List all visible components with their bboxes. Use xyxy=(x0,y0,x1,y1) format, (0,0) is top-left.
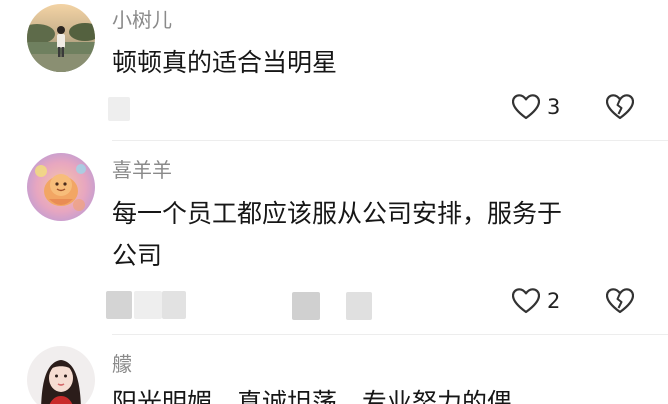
heart-outline-icon xyxy=(512,94,540,120)
username[interactable]: 喜羊羊 xyxy=(112,158,172,182)
heart-outline-icon xyxy=(512,288,540,314)
comment-list: 小树儿 顿顿真的适合当明星 3 喜羊羊 每一个员工都应该服从公司安排，服务于 公… xyxy=(0,0,668,404)
like-button[interactable]: 3 xyxy=(512,92,560,122)
avatar[interactable] xyxy=(27,4,95,72)
dislike-button[interactable] xyxy=(606,94,634,120)
comment-text: 阳光明媚，真诚坦荡，专业努力的偶 xyxy=(112,382,632,404)
comment-divider xyxy=(112,140,668,141)
dislike-button[interactable] xyxy=(606,288,634,314)
blurred-reply-info xyxy=(108,97,130,121)
comment-text-line: 阳光明媚，真诚坦荡，专业努力的偶 xyxy=(112,388,513,404)
blurred-reply-info xyxy=(106,291,132,319)
username[interactable]: 艨 xyxy=(112,352,132,376)
comment-text: 每一个员工都应该服从公司安排，服务于 公司 xyxy=(112,193,632,277)
comment-text-line: 每一个员工都应该服从公司安排，服务于 xyxy=(112,199,563,228)
comment-text: 顿顿真的适合当明星 xyxy=(112,42,632,84)
like-count: 3 xyxy=(547,95,561,119)
comment-text-line: 公司 xyxy=(112,241,163,270)
avatar[interactable] xyxy=(27,153,95,221)
like-button[interactable]: 2 xyxy=(512,286,560,316)
comment-text-line: 顿顿真的适合当明星 xyxy=(112,48,338,77)
avatar[interactable] xyxy=(27,346,95,404)
blurred-reply-info xyxy=(134,291,162,319)
username[interactable]: 小树儿 xyxy=(112,8,172,32)
blurred-reply-info xyxy=(346,292,372,320)
blurred-reply-info xyxy=(162,291,186,319)
broken-heart-icon xyxy=(606,288,634,314)
comment-divider xyxy=(112,334,668,335)
like-count: 2 xyxy=(547,289,561,313)
broken-heart-icon xyxy=(606,94,634,120)
blurred-reply-info xyxy=(292,292,320,320)
